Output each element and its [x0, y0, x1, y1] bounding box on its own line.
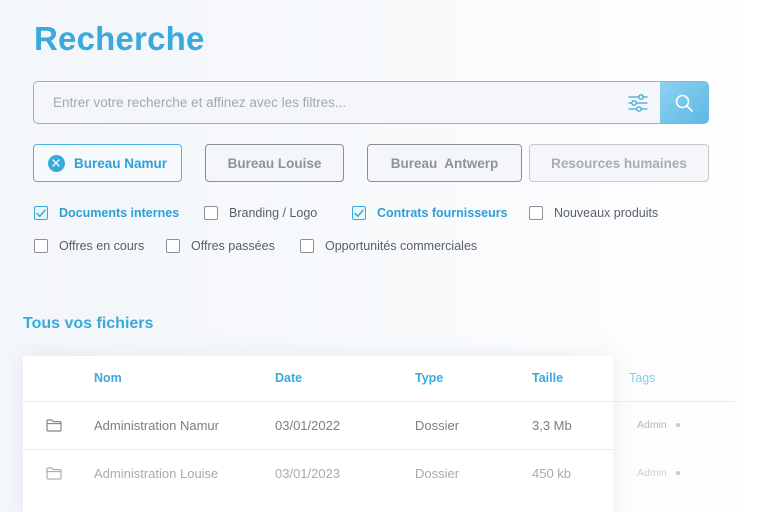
checkbox-box[interactable] [34, 239, 48, 253]
search-button[interactable] [660, 82, 708, 123]
files-section-title: Tous vos fichiers [23, 315, 154, 332]
chip-label: Bureau Antwerp [390, 155, 499, 171]
checkbox-label: Nouveaux produits [554, 206, 659, 220]
tag-badge[interactable]: Admin [637, 419, 680, 431]
page-title: Recherche [34, 20, 205, 57]
sliders-icon [628, 93, 648, 112]
cell-type: Dossier [415, 466, 460, 481]
cell-size: 3,3 Mb [532, 418, 572, 433]
chip-label: Resources humaines [551, 155, 687, 171]
cell-name[interactable]: Administration Louise [94, 466, 218, 481]
search-input[interactable] [34, 82, 616, 123]
column-header-nom[interactable]: Nom [94, 371, 122, 385]
tag-label: Admin [637, 419, 667, 431]
column-header-taille[interactable]: Taille [532, 371, 563, 385]
checkbox-box[interactable] [34, 206, 48, 220]
tag-dot [675, 423, 680, 427]
checkbox-opportunites-commerciales[interactable]: Opportunités commerciales [300, 239, 477, 253]
cell-name[interactable]: Administration Namur [94, 418, 219, 433]
checkbox-branding-logo[interactable]: Branding / Logo [204, 206, 317, 220]
chip-resources-humaines[interactable]: Resources humaines [529, 144, 709, 182]
checkbox-label: Opportunités commerciales [325, 239, 478, 253]
search-bar [33, 81, 709, 124]
search-page: Recherche Entrer votre recherche et affi… [0, 0, 768, 512]
checkbox-offres-passees[interactable]: Offres passées [166, 239, 275, 253]
column-header-tags[interactable]: Tags [629, 371, 655, 385]
tag-badge[interactable]: Admin [637, 467, 680, 479]
checkbox-box[interactable] [352, 206, 366, 220]
checkbox-box[interactable] [529, 206, 543, 220]
checkbox-label: Contrats fournisseurs [377, 206, 508, 220]
checkbox-nouveaux-produits[interactable]: Nouveaux produits [529, 206, 658, 220]
files-table: Nom Date Type Taille Tags Administration… [23, 356, 735, 512]
checkmark-icon [36, 209, 46, 217]
column-header-type[interactable]: Type [415, 371, 443, 385]
checkbox-documents-internes[interactable]: Documents internes [34, 206, 179, 220]
checkmark-icon [354, 209, 364, 217]
folder-icon [46, 419, 62, 432]
magnifier-icon [675, 94, 693, 112]
chip-label: Bureau Louise [227, 155, 322, 171]
close-icon[interactable] [47, 154, 65, 172]
cell-size: 450 kb [532, 466, 572, 481]
checkbox-label: Offres en cours [59, 239, 145, 253]
row-divider [23, 449, 613, 450]
chip-label: Bureau Namur [73, 155, 168, 171]
cell-date: 03/01/2022 [275, 418, 341, 433]
chip-bureau-namur[interactable]: Bureau Namur [33, 144, 182, 182]
checkbox-label: Offres passées [191, 239, 275, 253]
cell-date: 03/01/2023 [275, 466, 341, 481]
cell-type: Dossier [415, 418, 460, 433]
tag-label: Admin [637, 467, 667, 479]
checkbox-offres-en-cours[interactable]: Offres en cours [34, 239, 144, 253]
folder-icon [46, 467, 62, 480]
checkbox-box[interactable] [300, 239, 314, 253]
checkbox-contrats-fournisseurs[interactable]: Contrats fournisseurs [352, 206, 508, 220]
filter-button[interactable] [616, 82, 660, 123]
checkbox-label: Documents internes [59, 206, 180, 220]
checkbox-box[interactable] [166, 239, 180, 253]
tag-dot [675, 471, 680, 475]
checkbox-box[interactable] [204, 206, 218, 220]
chip-bureau-louise[interactable]: Bureau Louise [205, 144, 344, 182]
column-header-date[interactable]: Date [275, 371, 302, 385]
checkbox-label: Branding / Logo [229, 206, 318, 220]
chip-bureau-antwerp[interactable]: Bureau Antwerp [367, 144, 522, 182]
header-divider [23, 401, 735, 402]
